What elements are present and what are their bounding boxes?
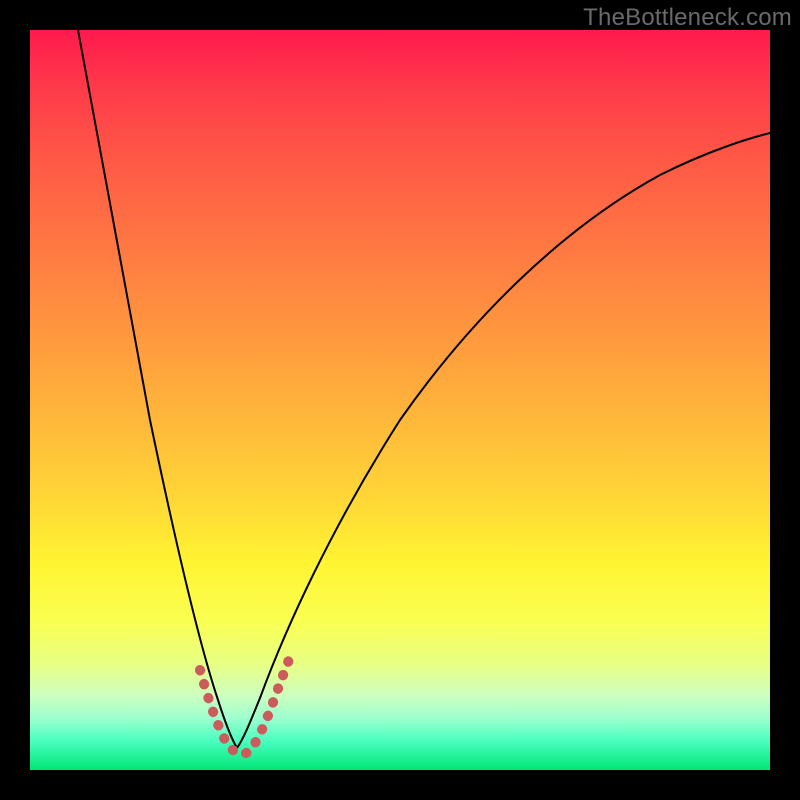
watermark-text: TheBottleneck.com: [583, 4, 792, 32]
valley-highlight: [200, 657, 290, 754]
left-descent-curve: [78, 30, 237, 748]
bottleneck-curve-chart: [0, 0, 800, 800]
right-ascent-curve: [237, 133, 770, 748]
